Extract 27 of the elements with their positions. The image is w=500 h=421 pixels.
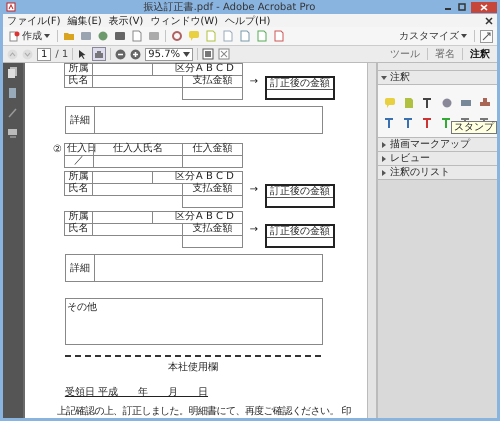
table-cell: 所属 [64,63,93,76]
confirmation-text: 上記確認の上、訂正しました。明細書にて、再度ご確認ください。 印 [56,404,351,418]
table-cell: 所属 [64,210,93,224]
table-cell: 区分A B C D [152,63,243,76]
corrected-amount-box: 訂正後の金額 [264,184,335,208]
table-cell: 区分A B C D [152,210,243,224]
arrow-label: → [248,184,260,196]
detail-box: 詳細 [64,106,323,134]
arrow-label: → [248,224,260,236]
table-header: 仕入金額 [182,142,243,156]
table-cell: ／ [64,154,94,168]
received-date-line: 受領日 平成 年 月 日 [64,386,208,399]
table-cell: 氏名 [64,222,93,236]
corrected-amount-box: 訂正後の金額 [264,76,335,100]
office-use-label: 本社使用欄 [166,360,219,374]
table-cell: 氏名 [64,75,93,88]
circled-number: ② [52,144,62,155]
page-count: / 1 [55,48,68,60]
arrow-label: → [248,76,260,88]
tooltip: スタンプ [451,121,497,134]
corrected-amount-box: 訂正後の金額 [264,224,335,248]
table-cell: 氏名 [64,182,93,196]
detail-box: 詳細 [64,254,323,282]
window-title: 振込訂正書.pdf - Adobe Acrobat Pro [142,0,316,14]
table-cell: 区分A B C D [152,170,243,184]
table-cell: 所属 [64,170,93,184]
notes-box: その他 [64,298,323,345]
